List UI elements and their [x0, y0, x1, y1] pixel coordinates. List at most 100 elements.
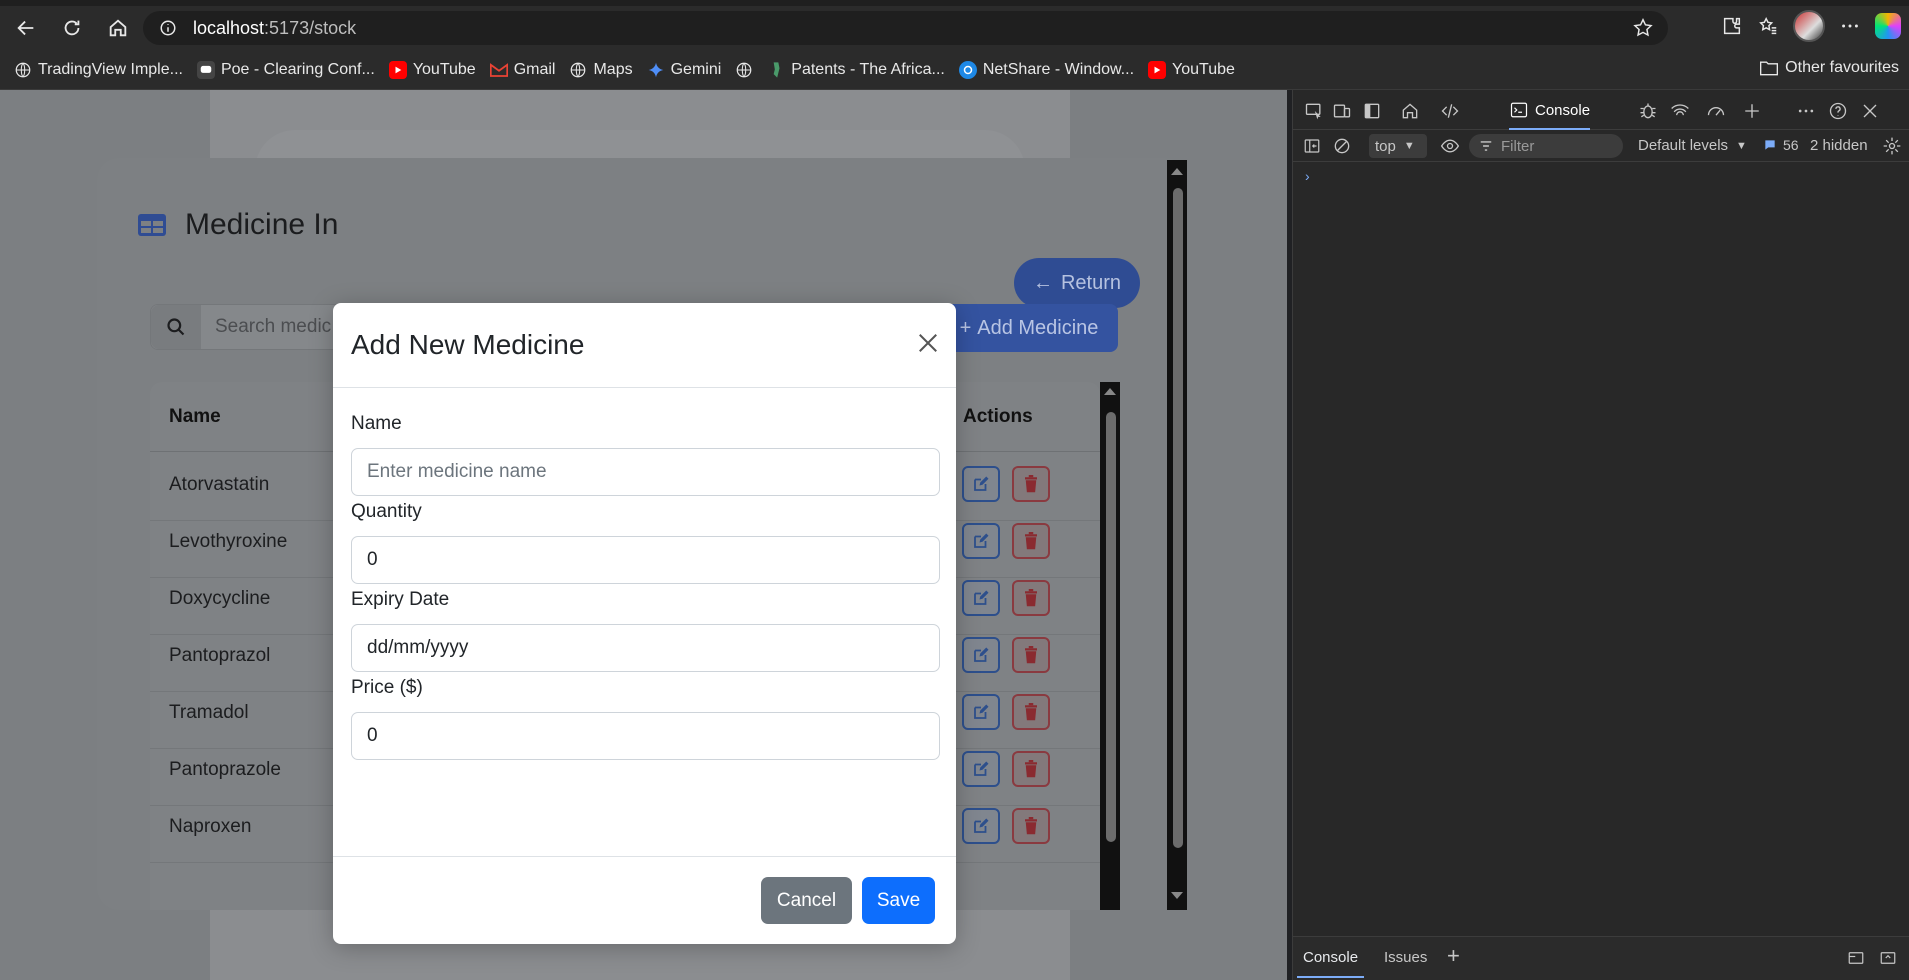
welcome-home-icon[interactable]	[1399, 100, 1421, 122]
scroll-down-icon[interactable]	[1171, 892, 1183, 899]
price-field[interactable]	[351, 712, 940, 760]
collapse-drawer-icon[interactable]	[1877, 947, 1899, 969]
table-scrollbar-thumb[interactable]	[1106, 412, 1116, 842]
netshare-icon	[958, 60, 977, 79]
sidebar-toggle-icon[interactable]	[1301, 135, 1323, 157]
copilot-icon[interactable]	[1875, 13, 1901, 39]
trash-icon	[1025, 475, 1037, 493]
delete-button[interactable]	[1012, 523, 1050, 559]
url-text: localhost:5173/stock	[193, 18, 356, 39]
device-toolbar-icon[interactable]	[1331, 100, 1353, 122]
delete-button[interactable]	[1012, 580, 1050, 616]
add-medicine-button[interactable]: + Add Medicine	[940, 304, 1118, 352]
modal-footer: Cancel Save	[333, 856, 956, 944]
search-input[interactable]: Search medic	[201, 305, 331, 349]
help-icon[interactable]	[1827, 100, 1849, 122]
scroll-up-icon[interactable]	[1104, 388, 1116, 395]
delete-button[interactable]	[1012, 694, 1050, 730]
eye-icon[interactable]	[1439, 135, 1461, 157]
folder-icon	[1760, 61, 1779, 76]
scroll-up-icon[interactable]	[1171, 168, 1183, 175]
more-icon[interactable]	[1795, 100, 1817, 122]
edit-button[interactable]	[962, 751, 1000, 787]
filter-input[interactable]: Filter	[1469, 134, 1623, 158]
elements-icon[interactable]	[1439, 100, 1461, 122]
bookmark-item[interactable]: NetShare - Window...	[958, 60, 1134, 79]
log-levels-select[interactable]: Default levels ▼	[1638, 137, 1747, 154]
address-bar[interactable]: localhost:5173/stock	[143, 11, 1668, 45]
trash-icon	[1025, 532, 1037, 550]
globe-icon	[569, 61, 587, 79]
column-header-name: Name	[169, 406, 221, 427]
home-icon[interactable]	[100, 10, 136, 46]
bookmark-item[interactable]: Gemini	[647, 60, 722, 79]
plus-icon: +	[959, 316, 972, 339]
console-prompt-chevron-icon[interactable]: ›	[1305, 168, 1310, 184]
bookmark-item[interactable]: YouTube	[1148, 60, 1235, 79]
gmail-icon	[489, 61, 508, 79]
bookmark-item[interactable]	[735, 61, 753, 79]
delete-button[interactable]	[1012, 751, 1050, 787]
edit-button[interactable]	[962, 637, 1000, 673]
url-host: localhost	[193, 17, 265, 38]
edit-button[interactable]	[962, 580, 1000, 616]
bookmark-item[interactable]: Patents - The Africa...	[767, 61, 945, 79]
globe-icon	[735, 61, 753, 79]
dropdown-icon: ▼	[1403, 140, 1415, 152]
dock-side-icon[interactable]	[1361, 100, 1383, 122]
favourites-icon[interactable]	[1757, 15, 1779, 37]
delete-button[interactable]	[1012, 808, 1050, 844]
more-icon[interactable]	[1839, 15, 1861, 37]
table-scrollbar[interactable]	[1100, 382, 1120, 910]
bookmark-item[interactable]: Poe - Clearing Conf...	[196, 60, 375, 79]
site-info-icon[interactable]	[153, 19, 183, 37]
profile-avatar[interactable]	[1793, 10, 1825, 42]
dock-icon[interactable]	[1845, 947, 1867, 969]
edit-button[interactable]	[962, 694, 1000, 730]
bookmark-label: Poe - Clearing Conf...	[220, 60, 375, 78]
quantity-field[interactable]	[351, 536, 940, 584]
delete-button[interactable]	[1012, 466, 1050, 502]
bookmark-item[interactable]: Gmail	[489, 61, 555, 79]
clear-console-icon[interactable]	[1331, 135, 1353, 157]
close-icon[interactable]	[1859, 100, 1881, 122]
other-favourites[interactable]: Other favourites	[1759, 59, 1899, 77]
issues-counter[interactable]: 56	[1763, 137, 1799, 153]
context-select[interactable]: top ▼	[1369, 134, 1427, 158]
plus-icon[interactable]	[1741, 100, 1763, 122]
card-scrollbar[interactable]	[1167, 160, 1187, 910]
bookmark-label: Gemini	[670, 60, 722, 78]
settings-gear-icon[interactable]	[1881, 135, 1903, 157]
edit-button[interactable]	[962, 466, 1000, 502]
edit-button[interactable]	[962, 808, 1000, 844]
name-field[interactable]	[351, 448, 940, 496]
bookmark-item[interactable]: YouTube	[388, 60, 476, 79]
return-button[interactable]: ← Return	[1014, 258, 1140, 308]
drawer-tab-console[interactable]: Console	[1296, 949, 1365, 978]
refresh-icon[interactable]	[54, 10, 90, 46]
medicine-name: Tramadol	[169, 702, 249, 723]
browser-toolbar: localhost:5173/stock	[0, 6, 1909, 50]
delete-button[interactable]	[1012, 637, 1050, 673]
back-icon[interactable]	[8, 10, 44, 46]
add-tab-plus-icon[interactable]: +	[1447, 943, 1460, 969]
bookmark-item[interactable]: TradingView Imple...	[14, 61, 183, 79]
network-icon[interactable]	[1669, 100, 1691, 122]
extensions-icon[interactable]	[1721, 15, 1743, 37]
cancel-button[interactable]: Cancel	[761, 877, 852, 924]
close-icon[interactable]	[913, 328, 943, 358]
bookmark-item[interactable]: Maps	[569, 60, 633, 79]
expiry-date-field[interactable]	[351, 624, 940, 672]
bug-icon[interactable]	[1637, 100, 1659, 122]
drawer-tab-issues[interactable]: Issues	[1384, 949, 1427, 966]
bookmark-label: Maps	[593, 60, 633, 78]
card-scrollbar-thumb[interactable]	[1173, 188, 1183, 848]
star-icon[interactable]	[1632, 17, 1654, 39]
filter-placeholder: Filter	[1501, 137, 1535, 155]
edit-button[interactable]	[962, 523, 1000, 559]
issues-count: 56	[1783, 137, 1799, 153]
tab-console[interactable]: Console	[1509, 90, 1591, 130]
performance-icon[interactable]	[1705, 100, 1727, 122]
save-button[interactable]: Save	[862, 877, 935, 924]
inspect-icon[interactable]	[1303, 100, 1325, 122]
